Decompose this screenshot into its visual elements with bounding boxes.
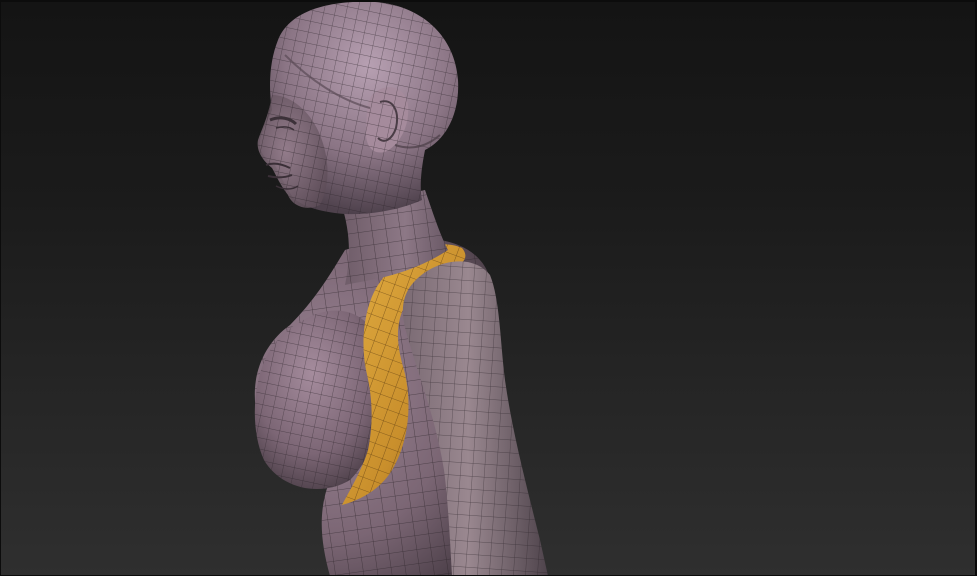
sculpt-mesh-canvas[interactable] — [0, 0, 977, 576]
sculpt-viewport[interactable] — [0, 0, 977, 576]
